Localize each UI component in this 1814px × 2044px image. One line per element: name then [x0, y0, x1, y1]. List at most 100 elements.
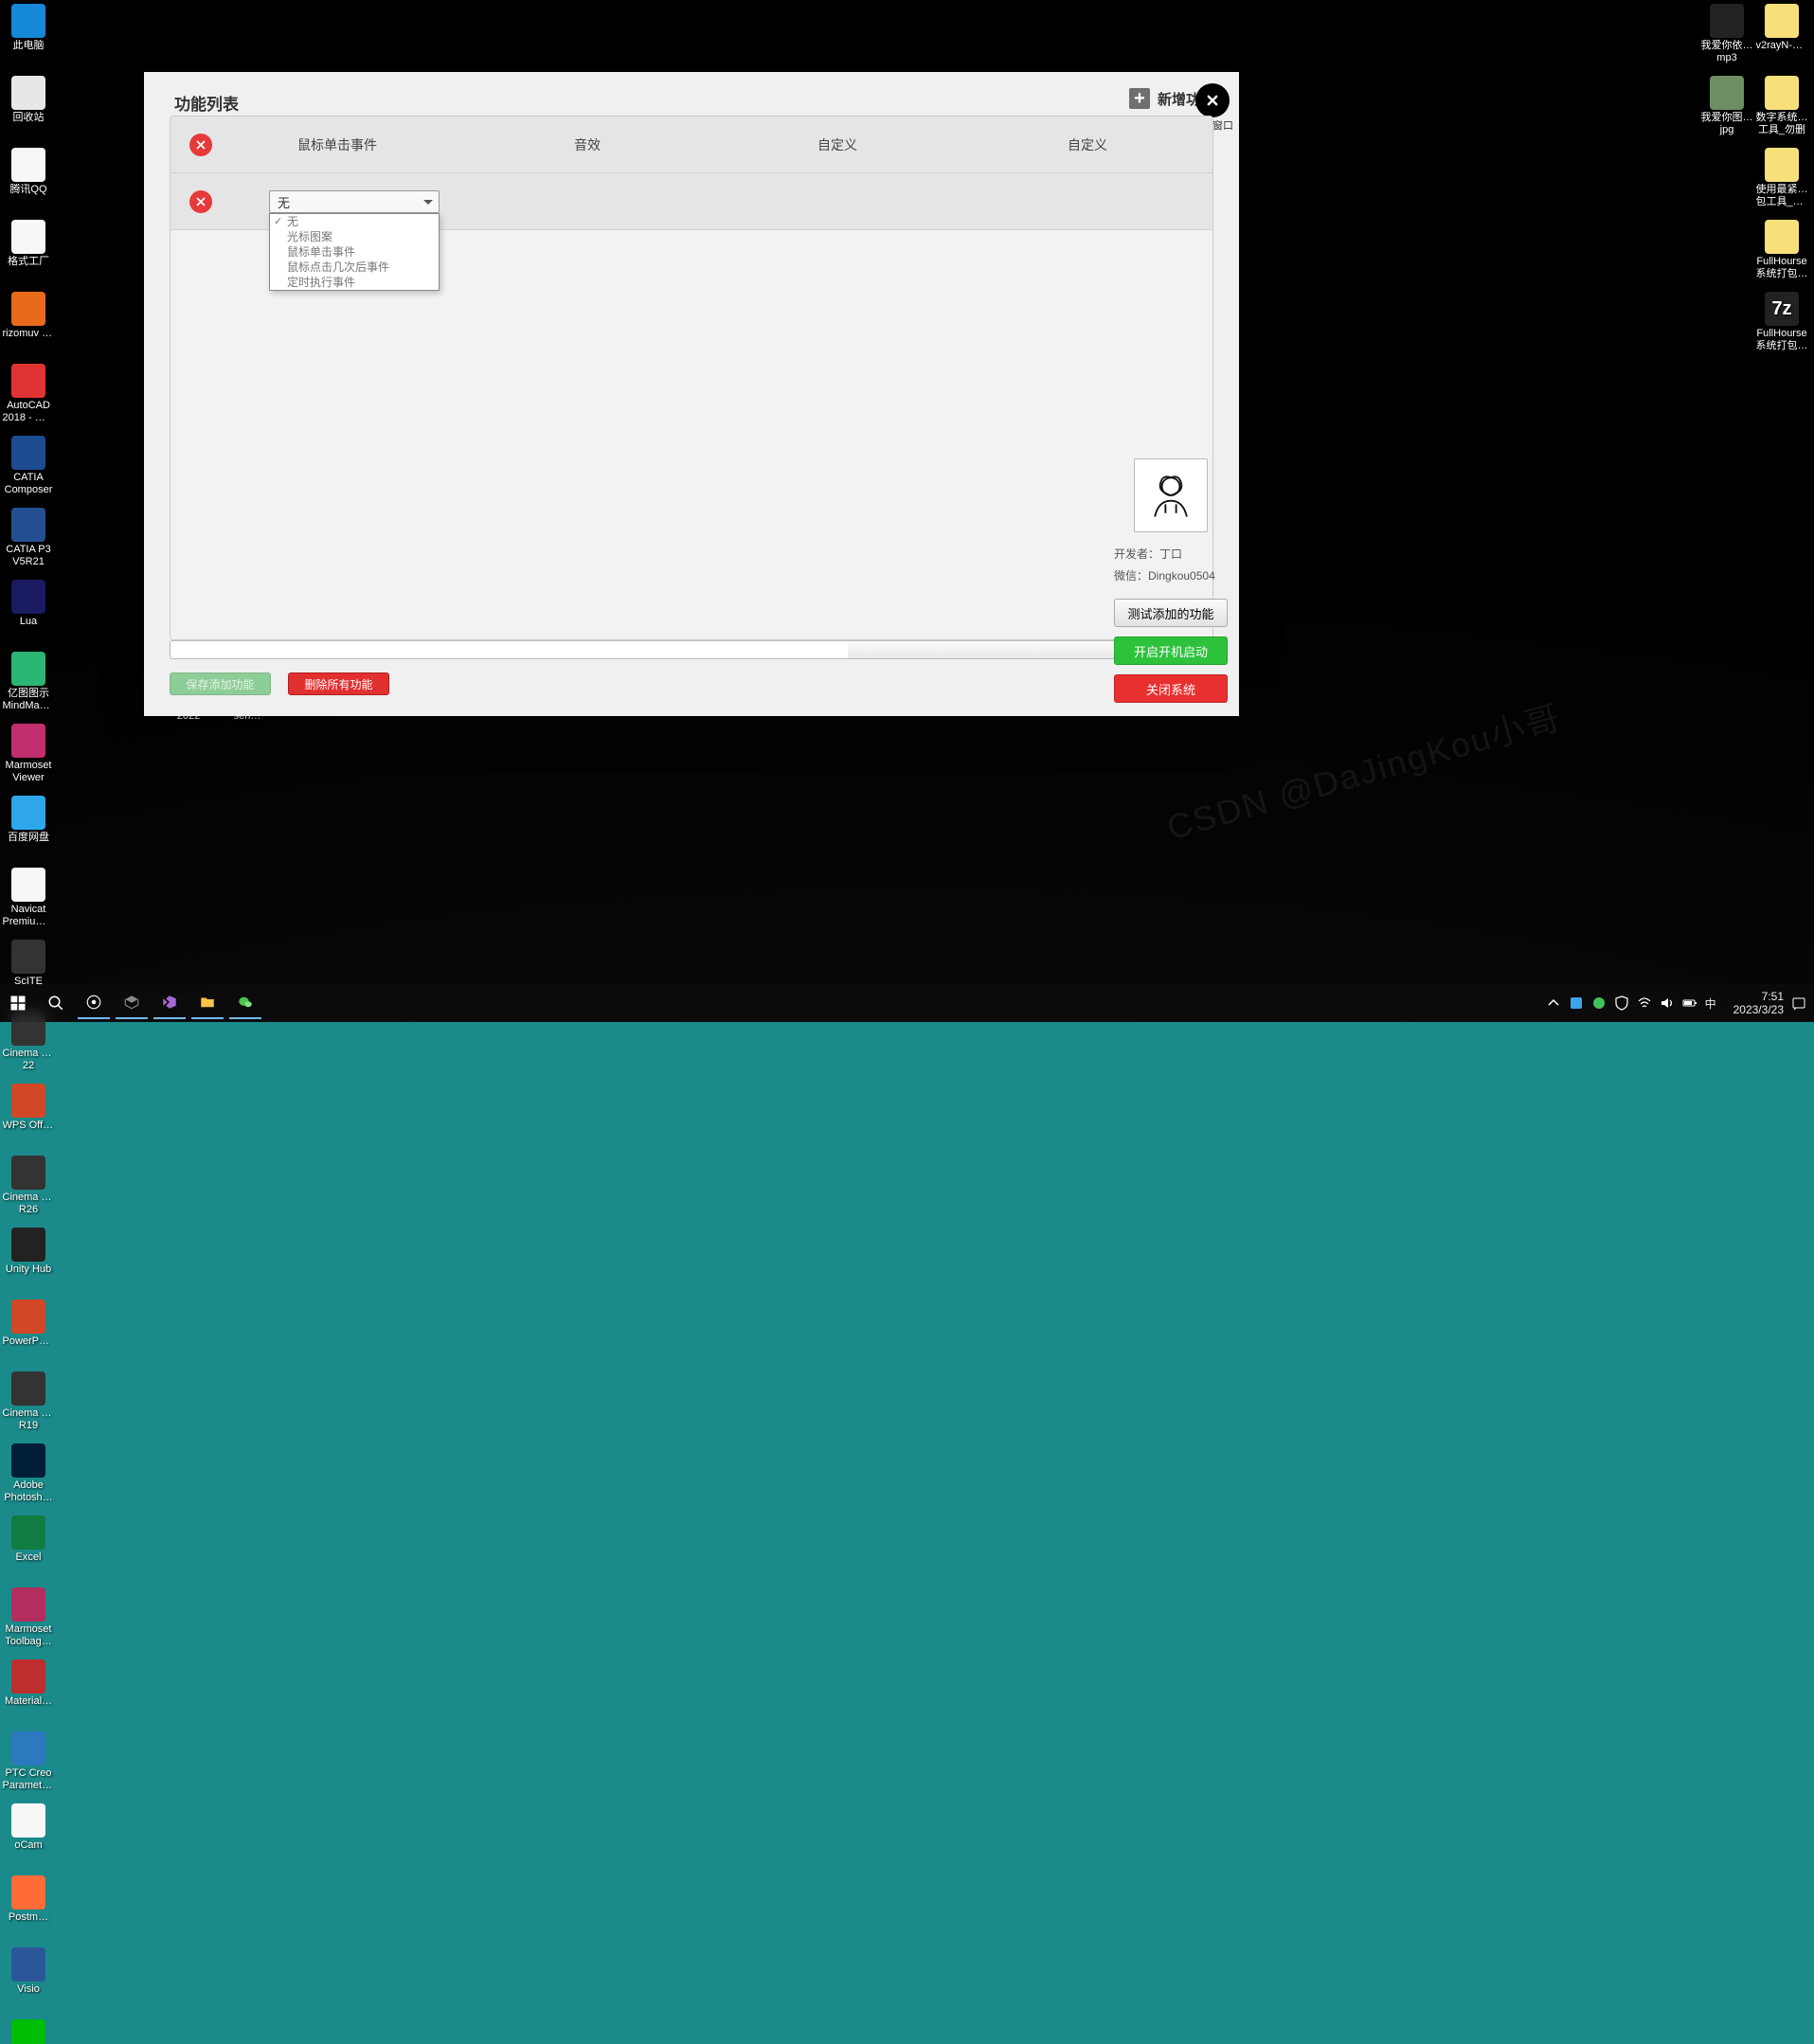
icon-label: 工具_勿删	[1756, 124, 1808, 136]
app-icon	[11, 1515, 45, 1550]
tray-shield-icon[interactable]	[1614, 995, 1629, 1011]
app-icon	[11, 1156, 45, 1190]
icon-label: Viewer	[3, 772, 55, 784]
feature-type-select[interactable]: 无	[269, 190, 440, 213]
desktop-icon[interactable]: PTC CreoParametr…	[2, 1730, 55, 1802]
desktop-icon[interactable]: MarmosetViewer	[2, 722, 55, 794]
desktop-icon[interactable]: NavicatPremium 12	[2, 866, 55, 938]
desktop-icon[interactable]: CATIAComposer	[2, 434, 55, 506]
icon-label: rizomuv vi…	[3, 328, 55, 340]
app-icon	[11, 292, 45, 326]
desktop-icon[interactable]: Material…	[2, 1658, 55, 1730]
desktop-icon[interactable]: 腾讯QQ	[2, 146, 55, 218]
icon-label: mp3	[1701, 52, 1753, 64]
desktop-icon[interactable]: MarmosetToolbag…	[2, 1586, 55, 1658]
desktop-icon[interactable]: 亿图图示MindMaster	[2, 650, 55, 722]
taskbar-app-visualstudio[interactable]	[153, 987, 186, 1019]
desktop-icon[interactable]: PowerPoint	[2, 1298, 55, 1370]
desktop-icon[interactable]: 百度网盘	[2, 794, 55, 866]
taskbar-app-wechat[interactable]	[229, 987, 261, 1019]
desktop-icon[interactable]: Excel	[2, 1514, 55, 1586]
test-features-button[interactable]: 测试添加的功能	[1114, 599, 1228, 627]
app-icon	[11, 652, 45, 686]
app-icon	[11, 1443, 45, 1478]
dropdown-option[interactable]: 鼠标单击事件	[270, 244, 439, 260]
dropdown-option[interactable]: 光标图案	[270, 229, 439, 244]
desktop-icon[interactable]: Visio	[2, 1945, 55, 2017]
icon-label: R19	[3, 1420, 55, 1432]
app-icon	[11, 796, 45, 830]
taskbar-clock[interactable]: 7:51 2023/3/23	[1733, 990, 1784, 1016]
desktop-icons-left: 此电脑回收站腾讯QQ格式工厂 rizomuv vi… AutoCAD2018 - 简…	[2, 2, 55, 2044]
file-icon	[1765, 4, 1799, 38]
desktop-icon[interactable]: 7zFullHourse系统打包工…	[1755, 290, 1808, 362]
desktop-icon[interactable]: 使用最紧张的包工具_勿删	[1755, 146, 1808, 218]
col-3: 自定义	[712, 135, 962, 154]
close-window-button[interactable]	[1195, 83, 1230, 117]
desktop-icon[interactable]: 此电脑	[2, 2, 55, 74]
desktop-icon[interactable]: Lua	[2, 578, 55, 650]
tray-ime-label[interactable]: 中	[1705, 995, 1716, 1012]
delete-row-button[interactable]	[189, 190, 212, 213]
desktop-icon[interactable]: FullHourse系统打包工…	[1755, 218, 1808, 290]
taskbar-app-2[interactable]	[116, 987, 148, 1019]
desktop-icon[interactable]: v2rayN-C…	[1755, 2, 1808, 74]
taskbar-app-1[interactable]	[78, 987, 110, 1019]
desktop-icon[interactable]: Postm…	[2, 1874, 55, 1945]
search-button[interactable]	[40, 987, 72, 1019]
enable-startup-button[interactable]: 开启开机启动	[1114, 637, 1228, 665]
desktop-icon[interactable]: Cinema 4DR26	[2, 1154, 55, 1226]
taskbar-app-explorer[interactable]	[191, 987, 224, 1019]
tray-battery-icon[interactable]	[1682, 995, 1697, 1011]
start-button[interactable]	[2, 987, 34, 1019]
icon-label: Adobe	[3, 1479, 55, 1492]
horizontal-scrollbar[interactable]	[170, 640, 1213, 659]
desktop-icon[interactable]: CATIA P3V5R21	[2, 506, 55, 578]
icon-label: 数字系统打包	[1756, 112, 1808, 124]
desktop-icon[interactable]: 格式工厂	[2, 218, 55, 290]
desktop-icon[interactable]: rizomuv vi…	[2, 290, 55, 362]
app-icon	[11, 1947, 45, 1981]
desktop-icon[interactable]: 我爱你依然.mp3	[1700, 2, 1753, 74]
desktop-icon[interactable]: Unity Hub	[2, 1226, 55, 1298]
shutdown-system-button[interactable]: 关闭系统	[1114, 674, 1228, 703]
tray-wifi-icon[interactable]	[1637, 995, 1652, 1011]
icon-label: 22	[3, 1060, 55, 1072]
icon-label: jpg	[1701, 124, 1753, 136]
icon-label: AutoCAD	[3, 400, 55, 412]
app-icon	[11, 580, 45, 614]
dropdown-option[interactable]: 定时执行事件	[270, 275, 439, 290]
app-icon	[11, 1731, 45, 1766]
desktop-icon[interactable]: Cinema 4DR19	[2, 1370, 55, 1442]
desktop-icon[interactable]: WPS Office	[2, 1082, 55, 1154]
icon-label: v2rayN-C…	[1756, 40, 1808, 52]
icon-label: 2018 - 简…	[3, 412, 55, 424]
desktop-icon[interactable]: AutoCAD2018 - 简…	[2, 362, 55, 434]
icon-label: Navicat	[3, 904, 55, 916]
desktop-icon[interactable]: oCam	[2, 1802, 55, 1874]
desktop-icon[interactable]: 我爱你图片.jpg	[1700, 74, 1753, 146]
desktop-icon[interactable]: AdobePhotosh…	[2, 1442, 55, 1514]
app-icon	[11, 1803, 45, 1838]
tray-chevron-up-icon[interactable]	[1546, 995, 1561, 1011]
tray-notifications-icon[interactable]	[1791, 995, 1806, 1011]
dropdown-option[interactable]: 无	[270, 214, 439, 229]
icon-label: PTC Creo	[3, 1767, 55, 1780]
dropdown-option[interactable]: 鼠标点击几次后事件	[270, 260, 439, 275]
icon-label: Marmoset	[3, 760, 55, 772]
taskbar-app-blank[interactable]	[267, 987, 299, 1019]
icon-label: Postm…	[3, 1911, 55, 1924]
desktop-icon[interactable]: 回收站	[2, 74, 55, 146]
icon-label: 我爱你图片.	[1701, 112, 1753, 124]
icon-label: Unity Hub	[3, 1264, 55, 1276]
clear-features-button[interactable]: 删除所有功能	[288, 672, 389, 695]
save-features-button[interactable]: 保存添加功能	[170, 672, 271, 695]
delete-row-button[interactable]	[189, 134, 212, 156]
avatar	[1134, 458, 1208, 532]
desktop-icon[interactable]: 爱奇艺	[2, 2017, 55, 2044]
desktop-icon[interactable]: 数字系统打包工具_勿删	[1755, 74, 1808, 146]
tray-icon[interactable]	[1591, 995, 1607, 1011]
tray-icon[interactable]	[1569, 995, 1584, 1011]
icon-label: WPS Office	[3, 1120, 55, 1132]
tray-volume-icon[interactable]	[1660, 995, 1675, 1011]
